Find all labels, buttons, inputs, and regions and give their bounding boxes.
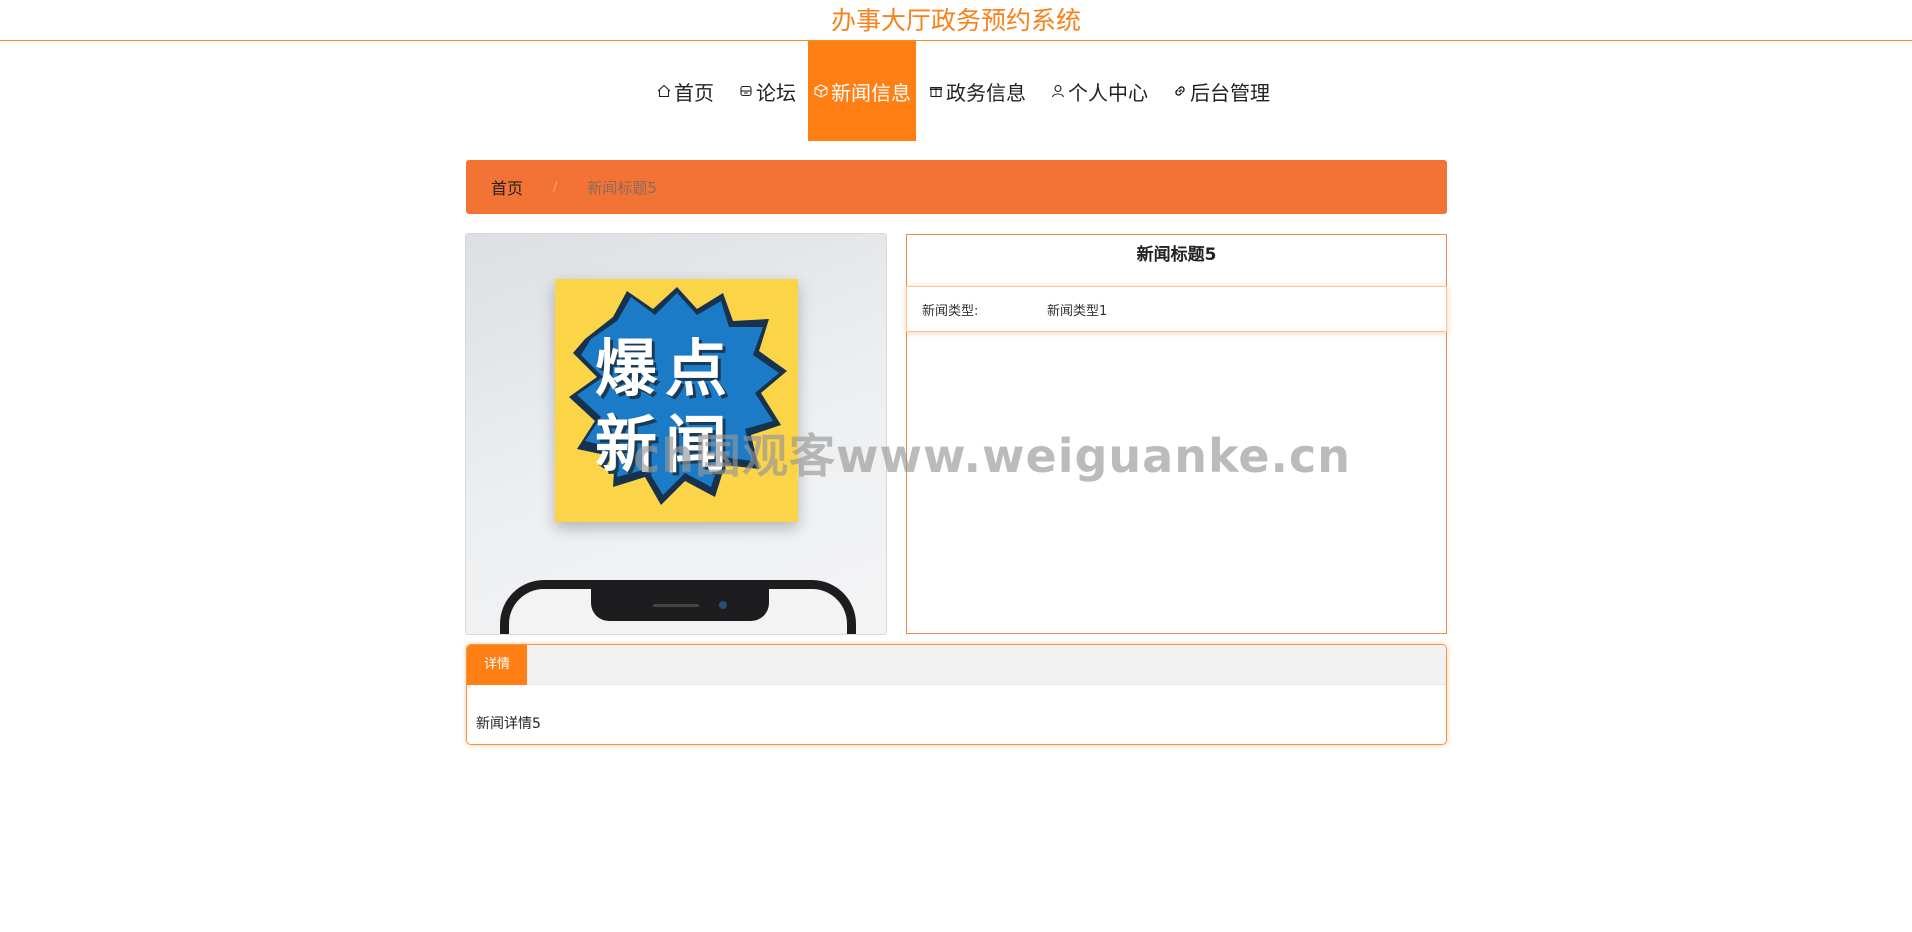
breadcrumb: 首页 / 新闻标题5	[466, 160, 1447, 214]
breadcrumb-separator: /	[553, 179, 558, 195]
link-icon	[1172, 83, 1188, 99]
home-icon	[656, 83, 672, 99]
nav-label: 新闻信息	[831, 80, 911, 105]
breadcrumb-home-link[interactable]: 首页	[491, 175, 523, 199]
gift-icon	[928, 83, 944, 99]
tab-details[interactable]: 详情	[467, 645, 528, 685]
forum-icon	[738, 83, 754, 99]
user-icon	[1050, 83, 1066, 99]
nav-item-forum[interactable]: 论坛	[726, 41, 808, 141]
details-panel: 详情 新闻详情5	[466, 644, 1447, 745]
breadcrumb-current: 新闻标题5	[587, 178, 657, 197]
poster-text: 爆点 新闻	[595, 332, 736, 481]
site-title: 办事大厅政务预约系统	[830, 6, 1081, 35]
info-row: 新闻类型: 新闻类型1	[906, 286, 1447, 332]
nav-item-news[interactable]: 新闻信息	[808, 41, 916, 141]
nav-item-admin[interactable]: 后台管理	[1160, 41, 1282, 141]
news-poster: 爆点 新闻	[555, 279, 798, 522]
nav-item-home[interactable]: 首页	[644, 41, 726, 141]
details-content: 新闻详情5	[476, 716, 541, 732]
box-icon	[813, 83, 829, 99]
news-title: 新闻标题5	[1136, 245, 1217, 265]
news-image: 爆点 新闻	[465, 233, 887, 635]
nav-label: 后台管理	[1190, 80, 1270, 105]
nav-label: 政务信息	[946, 80, 1026, 105]
phone-graphic	[500, 580, 856, 634]
main-nav: 首页 论坛 新闻信息 政务信息 个人中心 后台管理	[14, 41, 1912, 141]
details-tabbar: 详情	[467, 645, 1446, 685]
nav-label: 首页	[674, 80, 714, 105]
nav-label: 个人中心	[1068, 80, 1148, 105]
info-key-news-type: 新闻类型:	[922, 303, 979, 319]
info-value-news-type: 新闻类型1	[1047, 303, 1108, 319]
site-header: 办事大厅政务预约系统	[0, 0, 1912, 41]
news-info-panel: 新闻标题5 新闻类型: 新闻类型1	[906, 234, 1447, 634]
nav-item-profile[interactable]: 个人中心	[1038, 41, 1160, 141]
nav-label: 论坛	[756, 80, 796, 105]
nav-item-government[interactable]: 政务信息	[916, 41, 1038, 141]
